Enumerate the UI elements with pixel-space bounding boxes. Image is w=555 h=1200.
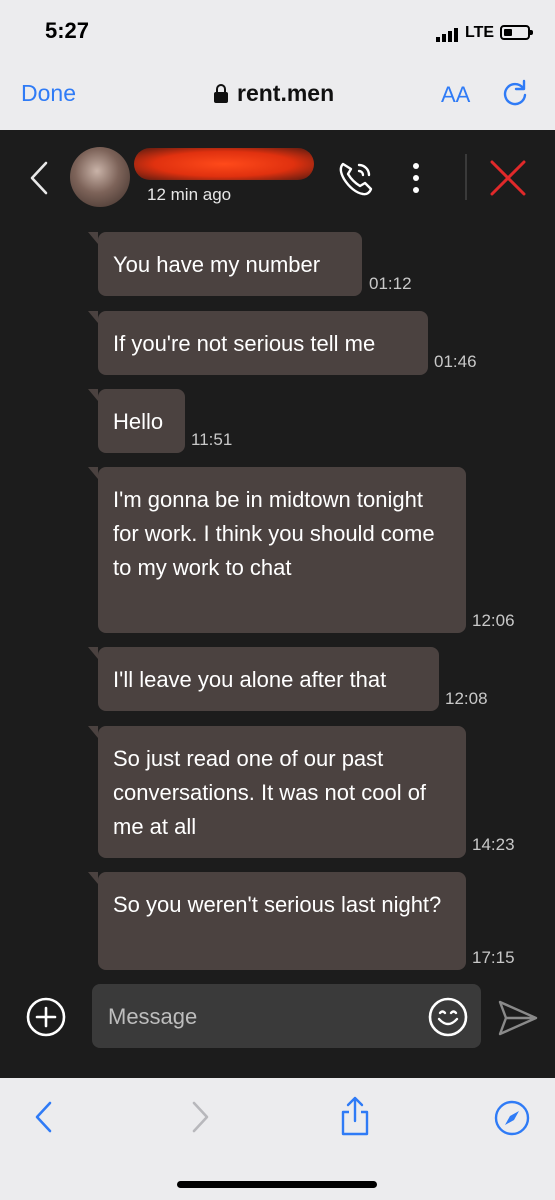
message-bubble: So you weren't serious last night? [88,872,466,970]
text-size-button[interactable]: AA [441,82,470,108]
plus-circle-icon[interactable] [25,996,67,1038]
message-bubble: If you're not serious tell me [88,311,428,375]
signal-icon [436,28,458,42]
network-label: LTE [465,24,495,41]
close-icon[interactable] [488,158,528,198]
message-input-container [92,984,481,1048]
header-divider [465,154,467,200]
battery-icon [500,25,533,40]
share-icon[interactable] [338,1094,372,1138]
message-bubble: Hello [88,389,185,453]
done-button[interactable]: Done [21,80,76,107]
phone-call-icon[interactable] [334,156,378,200]
url-text: rent.men [237,80,335,106]
message-bubble: I'll leave you alone after that [88,647,439,711]
emoji-icon[interactable] [427,996,469,1038]
more-vertical-icon[interactable] [406,160,426,196]
last-seen-label: 12 min ago [147,185,232,204]
message-time: 11:51 [191,430,233,449]
back-chevron-icon[interactable] [28,160,50,196]
status-time: 5:27 [45,18,90,43]
back-icon[interactable] [32,1100,54,1134]
message-bubble: So just read one of our past conversatio… [88,726,466,858]
send-icon[interactable] [496,996,540,1040]
redacted-username [134,148,314,180]
message-time: 14:23 [472,835,515,854]
message-input[interactable] [106,996,410,1038]
message-time: 01:46 [434,352,477,371]
message-bubble: You have my number [88,232,362,296]
address-bar[interactable]: rent.men [213,80,334,107]
message-bubble: I'm gonna be in midtown tonight for work… [88,467,466,633]
message-time: 01:12 [369,274,412,293]
compass-icon[interactable] [494,1100,530,1136]
message-time: 12:06 [472,611,515,630]
forward-icon[interactable] [190,1100,212,1134]
message-time: 12:08 [445,689,488,708]
lock-icon [214,83,228,103]
reload-icon[interactable] [500,78,530,108]
home-indicator [177,1181,377,1188]
avatar[interactable] [70,147,130,207]
message-time: 17:15 [472,948,515,967]
